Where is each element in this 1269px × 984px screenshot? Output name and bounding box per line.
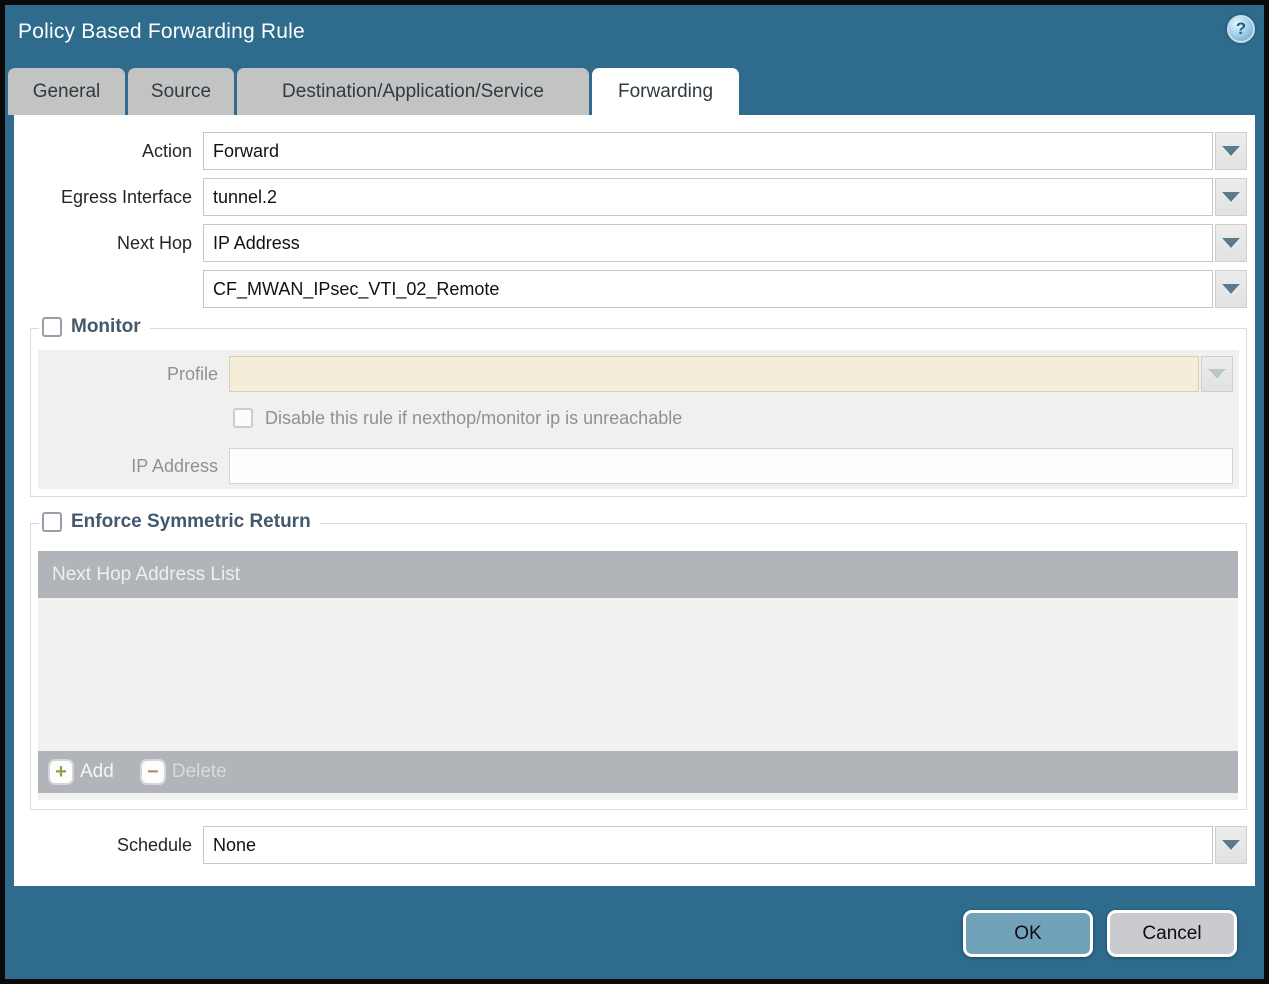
egress-interface-input[interactable]: [203, 178, 1213, 216]
tab-general[interactable]: General: [8, 68, 125, 115]
monitor-checkbox[interactable]: [42, 317, 62, 337]
forwarding-tab-panel: Action Egress Interface Next Hop: [14, 115, 1255, 886]
disable-rule-label: Disable this rule if nexthop/monitor ip …: [265, 407, 683, 428]
next-hop-address-row: [14, 270, 1247, 308]
chevron-down-icon: [1222, 192, 1240, 202]
monitor-fieldset: Monitor Profile Disable this rule if nex…: [30, 316, 1247, 497]
monitor-ip-address-label: IP Address: [131, 456, 218, 476]
chevron-down-icon: [1222, 146, 1240, 156]
action-input[interactable]: [203, 132, 1213, 170]
action-dropdown-button[interactable]: [1215, 132, 1247, 170]
monitor-legend: Monitor: [39, 316, 150, 338]
tab-forwarding[interactable]: Forwarding: [592, 68, 739, 115]
monitor-ip-address-input: [229, 448, 1233, 484]
tab-bar: General Source Destination/Application/S…: [8, 68, 739, 115]
monitor-profile-row: Profile: [38, 356, 1233, 392]
add-button[interactable]: + Add: [50, 761, 114, 783]
enforce-symmetric-return-legend: Enforce Symmetric Return: [39, 511, 320, 533]
monitor-legend-label: Monitor: [71, 316, 141, 337]
plus-icon: +: [50, 761, 72, 783]
monitor-panel: Profile Disable this rule if nexthop/mon…: [38, 350, 1239, 489]
monitor-profile-input: [229, 356, 1199, 392]
next-hop-address-list-table: Next Hop Address List + Add − Delete: [38, 551, 1238, 800]
disable-rule-checkbox: [233, 408, 253, 428]
chevron-down-icon: [1222, 238, 1240, 248]
next-hop-address-input[interactable]: [203, 270, 1213, 308]
ok-button[interactable]: OK: [963, 910, 1093, 957]
delete-button-label: Delete: [171, 761, 227, 782]
next-hop-address-label-spacer: [14, 270, 203, 308]
next-hop-address-list-toolbar: + Add − Delete: [38, 751, 1238, 793]
monitor-profile-dropdown-button: [1201, 356, 1233, 392]
schedule-input[interactable]: [203, 826, 1213, 864]
chevron-down-icon: [1222, 840, 1240, 850]
dialog-title: Policy Based Forwarding Rule: [18, 20, 305, 43]
next-hop-address-dropdown-button[interactable]: [1215, 270, 1247, 308]
schedule-row: Schedule: [14, 826, 1247, 864]
monitor-ip-address-row: IP Address: [38, 448, 1233, 484]
egress-interface-row: Egress Interface: [14, 178, 1247, 216]
monitor-profile-label: Profile: [166, 364, 218, 384]
tab-source[interactable]: Source: [128, 68, 234, 115]
cancel-button[interactable]: Cancel: [1107, 910, 1237, 957]
add-button-label: Add: [80, 761, 114, 782]
enforce-symmetric-return-fieldset: Enforce Symmetric Return Next Hop Addres…: [30, 511, 1247, 810]
tab-destination-application-service[interactable]: Destination/Application/Service: [237, 68, 589, 115]
enforce-symmetric-return-legend-label: Enforce Symmetric Return: [71, 511, 311, 532]
schedule-label: Schedule: [116, 835, 192, 855]
next-hop-type-input[interactable]: [203, 224, 1213, 262]
egress-interface-label: Egress Interface: [60, 187, 192, 207]
next-hop-type-dropdown-button[interactable]: [1215, 224, 1247, 262]
next-hop-row: Next Hop: [14, 224, 1247, 262]
next-hop-label: Next Hop: [116, 233, 192, 253]
next-hop-address-list-body[interactable]: [38, 598, 1238, 751]
egress-interface-dropdown-button[interactable]: [1215, 178, 1247, 216]
next-hop-address-list-header: Next Hop Address List: [38, 551, 1238, 598]
policy-based-forwarding-dialog: Policy Based Forwarding Rule ? General S…: [0, 0, 1269, 984]
enforce-symmetric-return-checkbox[interactable]: [42, 512, 62, 532]
chevron-down-icon: [1208, 369, 1226, 379]
help-icon[interactable]: ?: [1227, 15, 1255, 43]
monitor-disable-rule-row: Disable this rule if nexthop/monitor ip …: [233, 404, 682, 432]
action-label: Action: [141, 141, 192, 161]
table-bottom-strip: [38, 793, 1238, 800]
delete-button: − Delete: [141, 761, 227, 783]
action-row: Action: [14, 132, 1247, 170]
chevron-down-icon: [1222, 284, 1240, 294]
minus-icon: −: [141, 761, 164, 783]
schedule-dropdown-button[interactable]: [1215, 826, 1247, 864]
